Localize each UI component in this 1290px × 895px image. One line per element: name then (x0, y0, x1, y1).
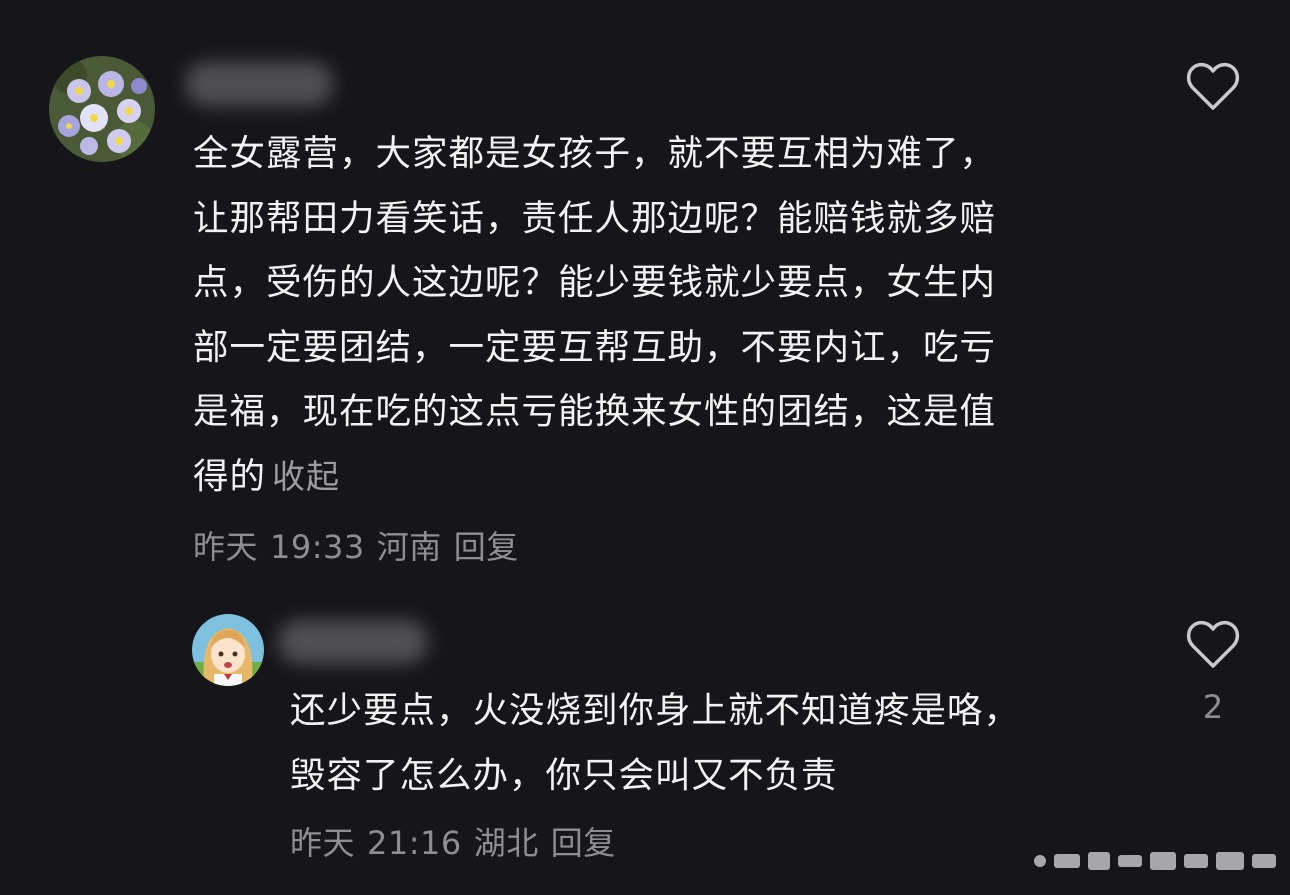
collapse-link[interactable]: 收起 (272, 457, 340, 496)
watermark-icon (1034, 852, 1276, 870)
comment-location: 河南 (376, 528, 442, 566)
comment-date: 昨天 (290, 824, 356, 862)
comment-date: 昨天 (193, 528, 259, 566)
like-button[interactable] (1186, 62, 1240, 112)
flower-avatar-icon (49, 56, 155, 162)
comment-meta: 昨天 19:33 河南 回复 (193, 522, 531, 568)
comment-meta: 昨天 21:16 湖北 回复 (290, 818, 628, 864)
comment-body: 全女露营，大家都是女孩子，就不要互相为难了， 让那帮田力看笑话，责任人那边呢？能… (193, 122, 1153, 509)
user-avatar[interactable] (192, 614, 264, 686)
comment-text: 全女露营，大家都是女孩子，就不要互相为难了， 让那帮田力看笑话，责任人那边呢？能… (193, 133, 997, 497)
user-avatar[interactable] (49, 56, 155, 162)
like-count: 2 (1202, 688, 1224, 726)
username-redacted (278, 620, 428, 664)
reply-button[interactable]: 回复 (551, 824, 616, 862)
comment-text: 还少要点，火没烧到你身上就不知道疼是咯， 毁容了怎么办，你只会叫又不负责 (290, 690, 1021, 796)
reply-button[interactable]: 回复 (454, 528, 519, 566)
comment-body: 还少要点，火没烧到你身上就不知道疼是咯， 毁容了怎么办，你只会叫又不负责 (290, 679, 1170, 808)
comment-time: 19:33 (270, 528, 365, 566)
username-redacted (185, 62, 333, 106)
anime-avatar-icon (192, 614, 264, 686)
reply-comment-item: 还少要点，火没烧到你身上就不知道疼是咯， 毁容了怎么办，你只会叫又不负责 昨天 2… (0, 600, 1290, 880)
like-button[interactable] (1186, 620, 1240, 670)
heart-outline-icon (1186, 62, 1240, 110)
heart-outline-icon (1186, 620, 1240, 668)
comment-item: 全女露营，大家都是女孩子，就不要互相为难了， 让那帮田力看笑话，责任人那边呢？能… (0, 0, 1290, 580)
comment-time: 21:16 (367, 824, 462, 862)
comment-location: 湖北 (473, 824, 539, 862)
